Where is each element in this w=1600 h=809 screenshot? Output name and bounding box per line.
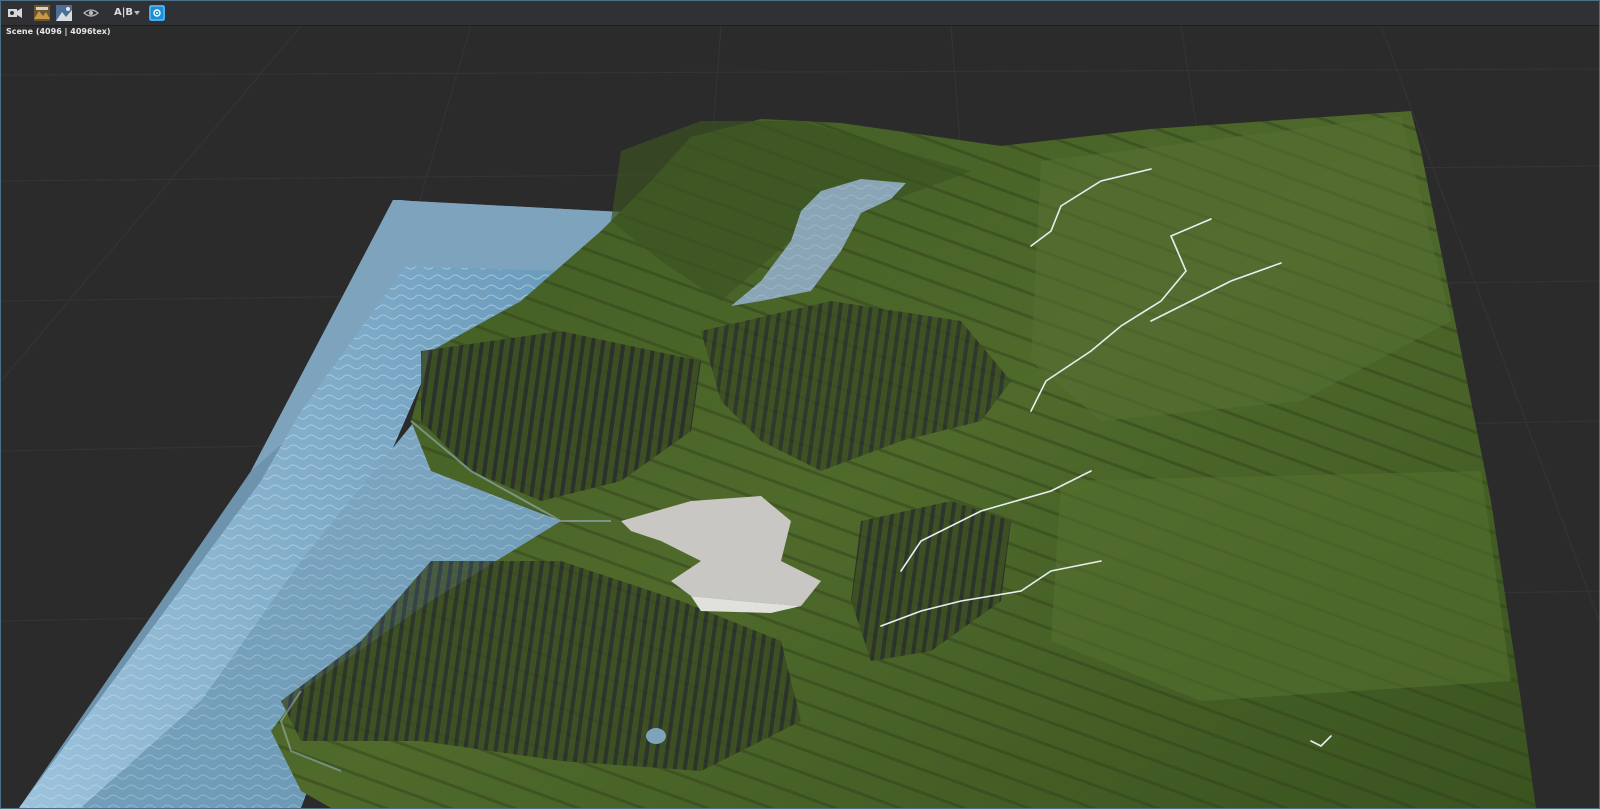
camera-move-icon[interactable] [7,5,23,21]
3d-viewport[interactable] [1,26,1599,808]
chevron-down-icon[interactable] [134,11,140,15]
terrain-render [1,26,1599,808]
sync-view-icon[interactable] [149,5,165,21]
render-preview-icon[interactable] [34,5,50,21]
ab-compare-label[interactable]: A|B [114,5,133,21]
viewport-toolbar: A|B [1,1,1599,26]
eye-icon[interactable] [83,5,99,21]
application-window: A|B Scene (4096 | 4096tex) [0,0,1600,809]
texture-preview-icon[interactable] [56,5,72,21]
scene-info-label: Scene (4096 | 4096tex) [6,27,111,36]
